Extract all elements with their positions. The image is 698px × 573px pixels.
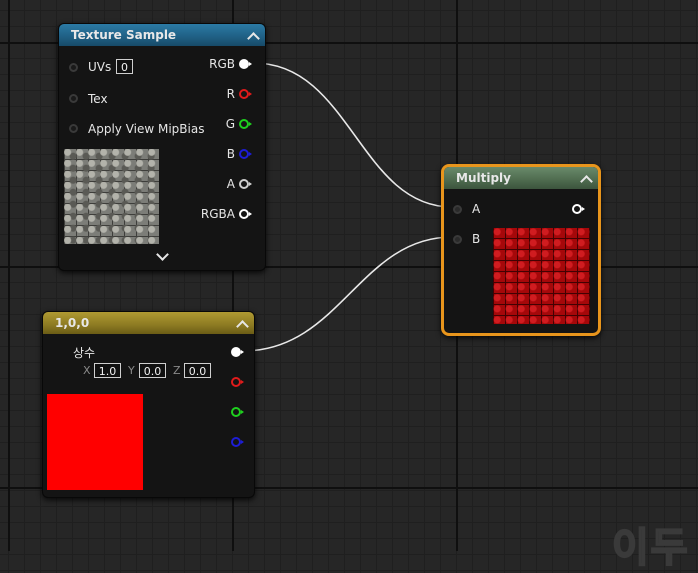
constant-b-output-pin[interactable]: [231, 437, 244, 447]
constant-vector-node[interactable]: 1,0,0 상수 X 1.0 Y 0.0 Z 0.0: [42, 311, 255, 498]
tex-input-label: Tex: [88, 92, 108, 106]
g-output-label: G: [225, 117, 235, 131]
multiply-title: Multiply: [456, 171, 511, 185]
uvs-input-pin[interactable]: [69, 63, 78, 72]
constant-header[interactable]: 1,0,0: [43, 312, 254, 334]
wire-rgb-to-multiply-a[interactable]: [253, 62, 453, 208]
expand-chevron-down-icon[interactable]: [156, 248, 169, 261]
rgba-output-label: RGBA: [200, 207, 235, 221]
multiply-output-pin[interactable]: [572, 204, 585, 214]
multiply-a-label: A: [472, 202, 481, 216]
multiply-a-input-pin[interactable]: [453, 205, 462, 214]
mipbias-input-label: Apply View MipBias: [88, 122, 205, 136]
r-output-label: R: [226, 87, 235, 101]
watermark-logo: 이두: [611, 524, 690, 572]
x-axis-label: X: [83, 364, 91, 377]
cobblestone-texture-preview: [64, 149, 159, 244]
x-value-box[interactable]: 1.0: [94, 363, 121, 378]
texture-sample-title: Texture Sample: [71, 28, 177, 42]
red-color-swatch: [47, 394, 143, 490]
multiply-result-preview: [493, 228, 590, 324]
z-value-box[interactable]: 0.0: [184, 363, 211, 378]
wire-constant-to-multiply-b[interactable]: [242, 236, 453, 352]
z-axis-label: Z: [173, 364, 181, 377]
b-output-pin[interactable]: [239, 149, 252, 159]
multiply-header[interactable]: Multiply: [444, 167, 598, 189]
rgba-output-pin[interactable]: [239, 209, 252, 219]
multiply-b-input-pin[interactable]: [453, 235, 462, 244]
texture-sample-header[interactable]: Texture Sample: [59, 24, 265, 46]
b-output-label: B: [226, 147, 235, 161]
a-output-pin[interactable]: [239, 179, 252, 189]
constant-title: 1,0,0: [55, 316, 90, 330]
texture-sample-node[interactable]: Texture Sample UVs 0 Tex Apply View MipB…: [58, 23, 266, 271]
tex-input-pin[interactable]: [69, 94, 78, 103]
constant-r-output-pin[interactable]: [231, 377, 244, 387]
rgb-output-label: RGB: [209, 57, 235, 71]
constant-rgb-output-pin[interactable]: [231, 347, 244, 357]
mipbias-input-pin[interactable]: [69, 124, 78, 133]
uvs-input-label: UVs: [88, 60, 112, 74]
r-output-pin[interactable]: [239, 89, 252, 99]
g-output-pin[interactable]: [239, 119, 252, 129]
multiply-node[interactable]: Multiply A B: [441, 164, 601, 336]
constant-label: 상수: [73, 346, 96, 360]
a-output-label: A: [226, 177, 235, 191]
y-axis-label: Y: [128, 364, 135, 377]
uvs-value-box[interactable]: 0: [116, 59, 133, 74]
constant-g-output-pin[interactable]: [231, 407, 244, 417]
multiply-b-label: B: [472, 232, 481, 246]
y-value-box[interactable]: 0.0: [139, 363, 166, 378]
rgb-output-pin[interactable]: [239, 59, 252, 69]
